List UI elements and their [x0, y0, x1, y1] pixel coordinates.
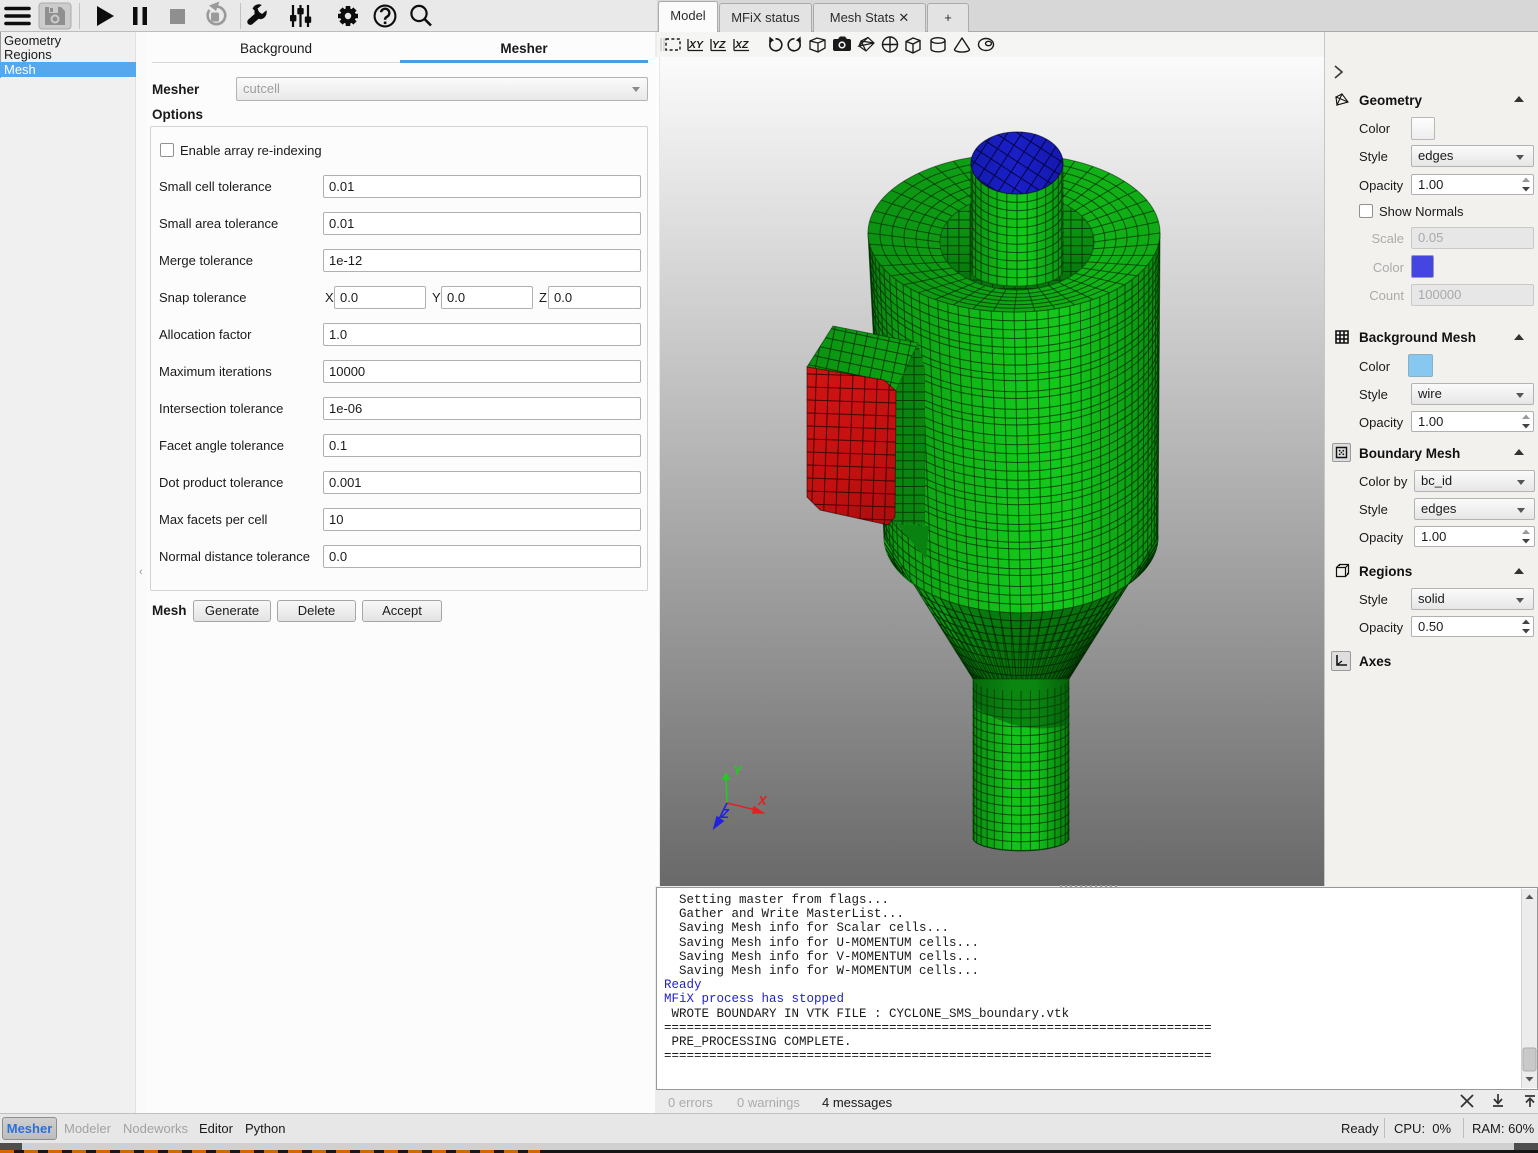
- svg-text:XZ: XZ: [734, 39, 749, 51]
- svg-text:X: X: [757, 793, 768, 808]
- svg-text:YZ: YZ: [712, 39, 726, 51]
- svg-text:XY: XY: [688, 39, 704, 51]
- svg-text:Z: Z: [720, 806, 730, 821]
- svg-text:Y: Y: [733, 763, 743, 778]
